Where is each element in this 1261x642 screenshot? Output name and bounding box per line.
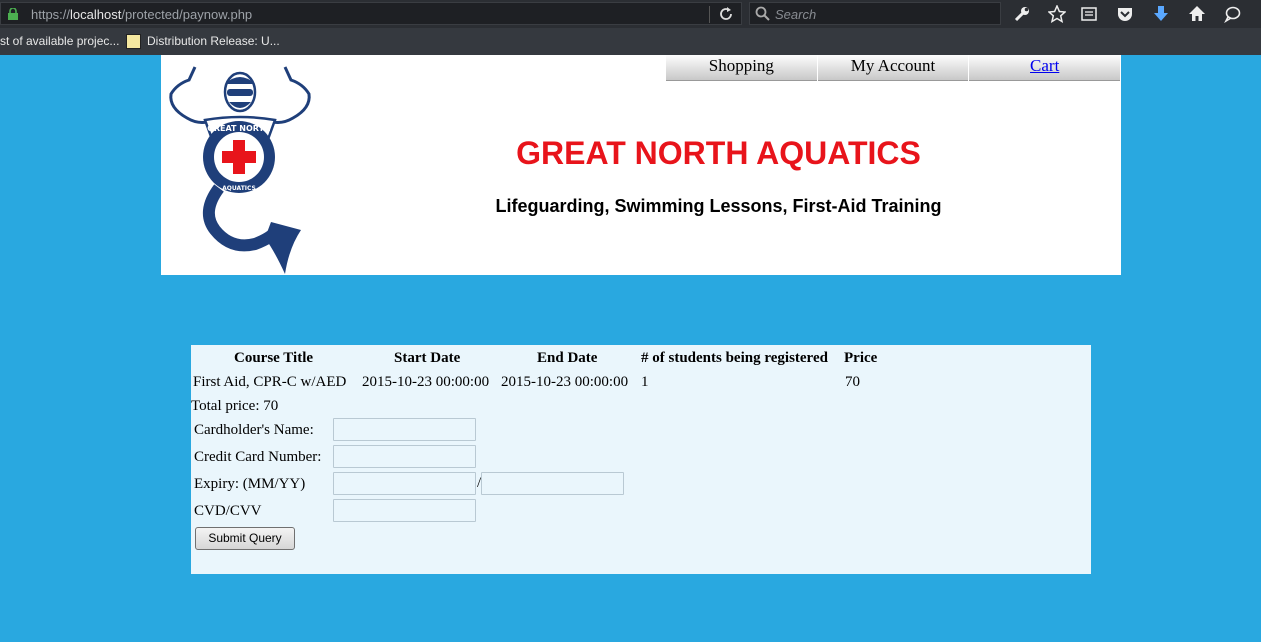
distrowatch-favicon-icon — [126, 34, 141, 49]
reading-list-icon[interactable] — [1080, 5, 1098, 23]
cart-link[interactable]: Cart — [1030, 56, 1059, 75]
download-icon[interactable] — [1152, 5, 1170, 23]
bookmark-item[interactable]: Distribution Release: U... — [147, 34, 280, 48]
total-price: Total price: 70 — [191, 398, 279, 414]
cell-course-title: First Aid, CPR-C w/AED — [193, 374, 347, 390]
url-text: https://localhost/protected/paynow.php — [31, 7, 253, 22]
cell-price: 70 — [845, 374, 860, 390]
pocket-icon[interactable] — [1116, 5, 1134, 23]
logo-text-bottom: AQUATICS — [222, 185, 256, 192]
site-header: GREAT NORTH AQUATICS Shopping My Account… — [161, 55, 1121, 275]
home-icon[interactable] — [1188, 5, 1206, 23]
chat-icon[interactable] — [1224, 5, 1242, 23]
reload-icon[interactable] — [718, 6, 734, 22]
main-nav: Shopping My Account Cart — [666, 55, 1121, 81]
cardholder-label: Cardholder's Name: — [194, 422, 314, 438]
site-tagline: Lifeguarding, Swimming Lessons, First-Ai… — [495, 196, 942, 216]
search-bar[interactable]: Search — [749, 2, 1001, 25]
site-title: GREAT NORTH AQUATICS — [516, 135, 921, 171]
nav-cart[interactable]: Cart — [969, 55, 1121, 81]
cell-students: 1 — [641, 374, 649, 390]
expiry-label: Expiry: (MM/YY) — [194, 476, 306, 492]
expiry-year-input[interactable] — [481, 472, 624, 495]
bookmark-item[interactable]: st of available projec... — [0, 34, 119, 48]
col-header-students: # of students being registered — [641, 350, 828, 366]
col-header-start-date: Start Date — [394, 350, 461, 366]
lock-icon — [8, 8, 18, 20]
cell-end-date: 2015-10-23 00:00:00 — [501, 374, 629, 390]
bookmarks-bar: st of available projec... Distribution R… — [0, 28, 1261, 55]
card-number-input[interactable] — [333, 445, 476, 468]
url-divider — [709, 6, 710, 23]
col-header-price: Price — [844, 350, 878, 366]
nav-shopping[interactable]: Shopping — [666, 55, 817, 81]
browser-toolbar: https://localhost/protected/paynow.php S… — [0, 0, 1261, 28]
bookmark-star-icon[interactable] — [1048, 5, 1066, 23]
mascot-logo: GREAT NORTH AQUATICS — [169, 66, 311, 274]
expiry-month-input[interactable] — [333, 472, 476, 495]
search-placeholder: Search — [775, 7, 817, 22]
nav-my-account[interactable]: My Account — [817, 55, 969, 81]
search-icon — [755, 6, 770, 21]
submit-query-button[interactable]: Submit Query — [195, 527, 295, 550]
cvv-label: CVD/CVV — [194, 503, 262, 519]
wrench-icon[interactable] — [1013, 5, 1031, 23]
payment-panel: Course Title Start Date End Date # of st… — [191, 345, 1091, 574]
cardholder-name-input[interactable] — [333, 418, 476, 441]
card-number-label: Credit Card Number: — [194, 449, 322, 465]
logo-text-top: GREAT NORTH — [207, 124, 270, 133]
col-header-end-date: End Date — [537, 350, 598, 366]
cell-start-date: 2015-10-23 00:00:00 — [362, 374, 490, 390]
col-header-course-title: Course Title — [234, 350, 314, 366]
url-bar[interactable]: https://localhost/protected/paynow.php — [0, 2, 742, 25]
cvv-input[interactable] — [333, 499, 476, 522]
